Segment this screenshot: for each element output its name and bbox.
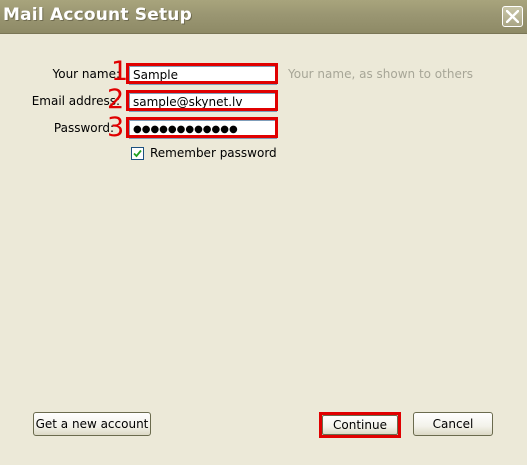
dialog-body: Your name: Sample 1 Your name, as shown … xyxy=(0,35,527,465)
get-new-account-button[interactable]: Get a new account xyxy=(33,412,151,436)
checkmark-icon xyxy=(133,147,142,161)
cancel-button[interactable]: Cancel xyxy=(413,412,493,436)
get-new-account-label: Get a new account xyxy=(35,417,149,431)
name-label: Your name: xyxy=(52,67,120,81)
password-field[interactable]: ●●●●●●●●●●●● xyxy=(129,120,277,139)
window-title: Mail Account Setup xyxy=(3,5,192,25)
continue-label: Continue xyxy=(333,418,387,432)
remember-password-label: Remember password xyxy=(150,146,277,160)
continue-button[interactable]: Continue xyxy=(322,415,398,435)
title-bar: Mail Account Setup xyxy=(0,0,527,34)
name-field[interactable]: Sample xyxy=(129,66,277,85)
close-icon xyxy=(506,10,519,23)
name-hint: Your name, as shown to others xyxy=(288,67,474,81)
email-label: Email address: xyxy=(31,94,120,108)
close-button[interactable] xyxy=(502,6,523,27)
cancel-label: Cancel xyxy=(432,417,474,431)
remember-password-checkbox[interactable] xyxy=(131,147,144,160)
step-number-3: 3 xyxy=(107,112,125,143)
password-label: Password: xyxy=(53,121,114,135)
email-field[interactable]: sample@skynet.lv xyxy=(129,93,277,112)
step-number-1: 1 xyxy=(111,56,129,87)
step-number-2: 2 xyxy=(107,84,125,115)
